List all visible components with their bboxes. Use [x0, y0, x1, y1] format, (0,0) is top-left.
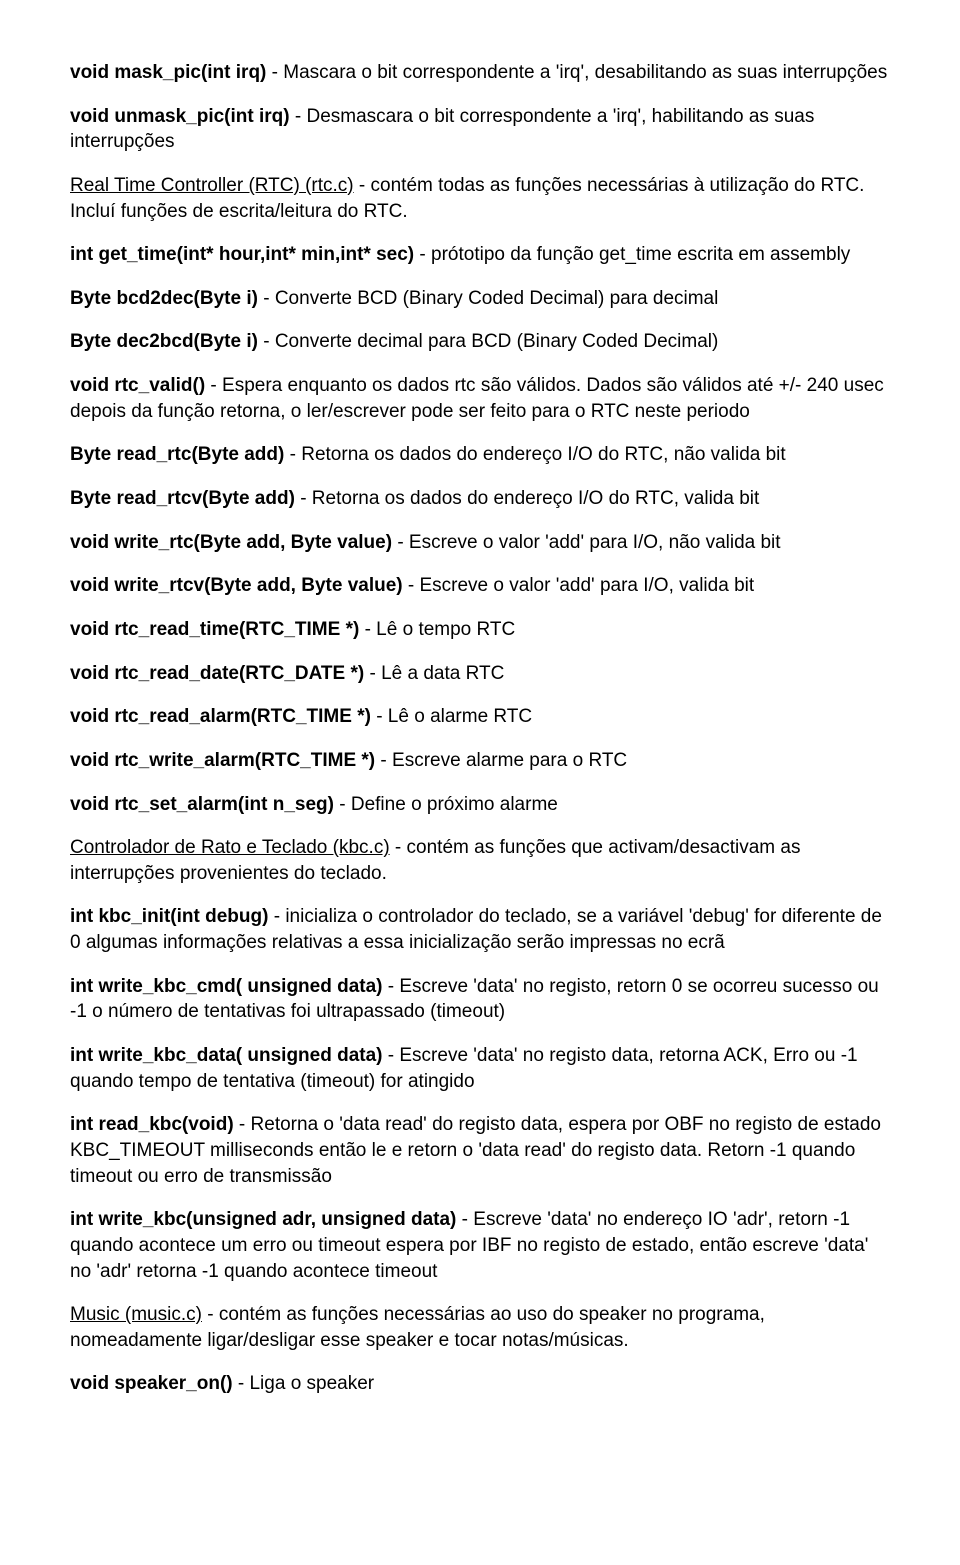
- doc-line: int read_kbc(void) - Retorna o 'data rea…: [70, 1112, 890, 1189]
- doc-line: Byte read_rtcv(Byte add) - Retorna os da…: [70, 486, 890, 512]
- doc-line: int write_kbc_data( unsigned data) - Esc…: [70, 1043, 890, 1094]
- doc-line: void speaker_on() - Liga o speaker: [70, 1371, 890, 1397]
- func-desc: - Lê o tempo RTC: [359, 619, 515, 640]
- func-desc: - Escreve o valor 'add' para I/O, não va…: [392, 532, 781, 553]
- section-title: Real Time Controller (RTC) (rtc.c): [70, 175, 354, 196]
- doc-line: Byte read_rtc(Byte add) - Retorna os dad…: [70, 442, 890, 468]
- func-desc: - Retorna os dados do endereço I/O do RT…: [284, 444, 785, 465]
- func-sig: Byte read_rtc(Byte add): [70, 444, 284, 465]
- section-title: Music (music.c): [70, 1304, 202, 1325]
- func-sig: Byte dec2bcd(Byte i): [70, 331, 258, 352]
- doc-line: int get_time(int* hour,int* min,int* sec…: [70, 242, 890, 268]
- doc-line: void unmask_pic(int irq) - Desmascara o …: [70, 104, 890, 155]
- doc-line: Real Time Controller (RTC) (rtc.c) - con…: [70, 173, 890, 224]
- doc-line: void rtc_set_alarm(int n_seg) - Define o…: [70, 792, 890, 818]
- func-sig: int write_kbc_data( unsigned data): [70, 1045, 383, 1066]
- doc-line: void rtc_write_alarm(RTC_TIME *) - Escre…: [70, 748, 890, 774]
- func-sig: void unmask_pic(int irq): [70, 106, 290, 127]
- func-sig: void mask_pic(int irq): [70, 62, 266, 83]
- func-desc: - Define o próximo alarme: [334, 794, 558, 815]
- func-sig: void rtc_read_time(RTC_TIME *): [70, 619, 359, 640]
- func-sig: int write_kbc(unsigned adr, unsigned dat…: [70, 1209, 456, 1230]
- doc-line: void write_rtc(Byte add, Byte value) - E…: [70, 530, 890, 556]
- func-sig: void rtc_set_alarm(int n_seg): [70, 794, 334, 815]
- func-desc: - Escreve alarme para o RTC: [375, 750, 627, 771]
- doc-line: void mask_pic(int irq) - Mascara o bit c…: [70, 60, 890, 86]
- func-sig: Byte read_rtcv(Byte add): [70, 488, 295, 509]
- func-sig: void write_rtc(Byte add, Byte value): [70, 532, 392, 553]
- func-desc: - Converte BCD (Binary Coded Decimal) pa…: [258, 288, 718, 309]
- func-desc: - Lê a data RTC: [364, 663, 504, 684]
- doc-line: void rtc_read_alarm(RTC_TIME *) - Lê o a…: [70, 704, 890, 730]
- func-sig: void rtc_read_alarm(RTC_TIME *): [70, 706, 371, 727]
- func-desc: - Converte decimal para BCD (Binary Code…: [258, 331, 718, 352]
- doc-line: int kbc_init(int debug) - inicializa o c…: [70, 904, 890, 955]
- doc-line: Controlador de Rato e Teclado (kbc.c) - …: [70, 835, 890, 886]
- doc-line: void write_rtcv(Byte add, Byte value) - …: [70, 573, 890, 599]
- doc-line: Byte dec2bcd(Byte i) - Converte decimal …: [70, 329, 890, 355]
- doc-line: int write_kbc(unsigned adr, unsigned dat…: [70, 1207, 890, 1284]
- doc-line: void rtc_read_date(RTC_DATE *) - Lê a da…: [70, 661, 890, 687]
- func-desc: - Mascara o bit correspondente a 'irq', …: [266, 62, 887, 83]
- func-desc: - Retorna os dados do endereço I/O do RT…: [295, 488, 759, 509]
- func-desc: - Lê o alarme RTC: [371, 706, 532, 727]
- func-sig: Byte bcd2dec(Byte i): [70, 288, 258, 309]
- doc-line: void rtc_read_time(RTC_TIME *) - Lê o te…: [70, 617, 890, 643]
- doc-line: Byte bcd2dec(Byte i) - Converte BCD (Bin…: [70, 286, 890, 312]
- func-sig: void rtc_write_alarm(RTC_TIME *): [70, 750, 375, 771]
- func-sig: int write_kbc_cmd( unsigned data): [70, 976, 383, 997]
- func-desc: - Escreve o valor 'add' para I/O, valida…: [403, 575, 755, 596]
- func-desc: - Liga o speaker: [233, 1373, 375, 1394]
- section-title: Controlador de Rato e Teclado (kbc.c): [70, 837, 390, 858]
- func-sig: int read_kbc(void): [70, 1114, 234, 1135]
- func-desc: - prótotipo da função get_time escrita e…: [414, 244, 850, 265]
- func-sig: void speaker_on(): [70, 1373, 233, 1394]
- doc-line: int write_kbc_cmd( unsigned data) - Escr…: [70, 974, 890, 1025]
- func-sig: int kbc_init(int debug): [70, 906, 268, 927]
- func-sig: void rtc_valid(): [70, 375, 205, 396]
- func-sig: void write_rtcv(Byte add, Byte value): [70, 575, 403, 596]
- doc-line: Music (music.c) - contém as funções nece…: [70, 1302, 890, 1353]
- doc-line: void rtc_valid() - Espera enquanto os da…: [70, 373, 890, 424]
- func-sig: void rtc_read_date(RTC_DATE *): [70, 663, 364, 684]
- func-sig: int get_time(int* hour,int* min,int* sec…: [70, 244, 414, 265]
